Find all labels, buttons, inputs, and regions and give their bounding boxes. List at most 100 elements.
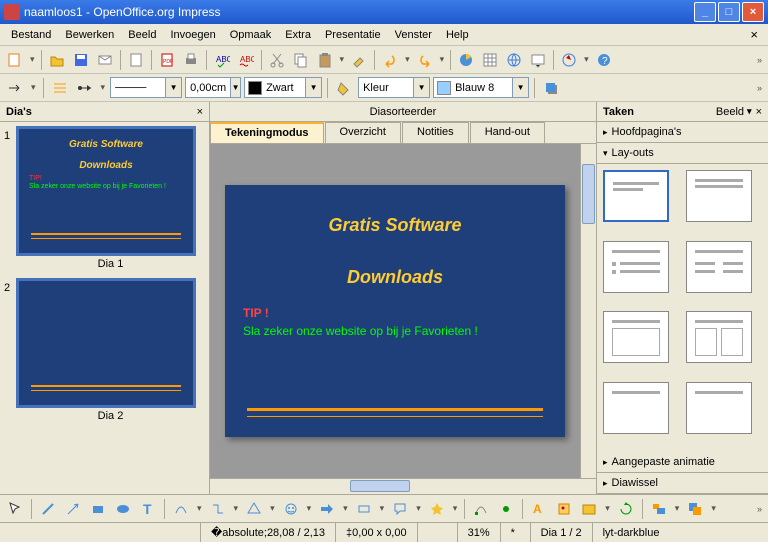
edit-button[interactable] [125,49,147,71]
line-style-button[interactable] [49,77,71,99]
help-button[interactable]: ? [593,49,615,71]
maximize-button[interactable]: □ [718,2,740,22]
tasks-section-layouts[interactable]: ▾Lay-outs [597,143,768,164]
chart-button[interactable] [455,49,477,71]
cut-button[interactable] [266,49,288,71]
menu-extra[interactable]: Extra [278,26,318,44]
tasks-section-master[interactable]: ▸Hoofdpagina's [597,122,768,143]
minimize-button[interactable]: _ [694,2,716,22]
arrow-end-dropdown[interactable]: ▾ [29,82,38,93]
redo-button[interactable] [414,49,436,71]
flowchart-tool[interactable] [353,498,375,520]
align-tool[interactable] [648,498,670,520]
gluepoint-tool[interactable] [495,498,517,520]
menu-invoegen[interactable]: Invoegen [163,26,222,44]
menu-opmaak[interactable]: Opmaak [223,26,279,44]
layout-item[interactable] [686,241,752,293]
from-file-tool[interactable] [553,498,575,520]
view-toggle-bar[interactable]: Diasorteerder [210,102,596,122]
undo-dropdown[interactable]: ▾ [403,54,412,65]
fill-mode-combo[interactable]: Kleur▼ [358,77,430,98]
horizontal-scrollbar[interactable] [210,478,596,494]
layout-item[interactable] [603,170,669,222]
slide-thumb-2[interactable]: 2 Dia 2 [4,278,205,428]
menu-beeld[interactable]: Beeld [121,26,163,44]
tab-notes[interactable]: Notities [402,122,469,143]
vertical-scrollbar[interactable] [580,144,596,478]
arrange-tool[interactable] [684,498,706,520]
arrow-end-button[interactable] [4,77,26,99]
tab-drawing[interactable]: Tekeningmodus [210,122,324,143]
tasks-section-transition[interactable]: ▸Diawissel [597,473,768,494]
line-color-combo[interactable]: Zwart▼ [244,77,322,98]
fontwork-tool[interactable]: A [528,498,550,520]
star-tool[interactable] [426,498,448,520]
shadow-button[interactable] [540,77,562,99]
layout-item[interactable] [603,241,669,293]
menu-bewerken[interactable]: Bewerken [58,26,121,44]
arrow-line-tool[interactable] [62,498,84,520]
drawbar-more[interactable]: » [755,504,764,514]
close-button[interactable]: × [742,2,764,22]
redo-dropdown[interactable]: ▾ [438,54,447,65]
callout-tool[interactable] [389,498,411,520]
points-tool[interactable] [470,498,492,520]
format-paintbrush-button[interactable] [348,49,370,71]
canvas-viewport[interactable]: Gratis Software Downloads TIP ! Sla zeke… [210,144,580,478]
slideshow-button[interactable] [527,49,549,71]
line-tool[interactable] [37,498,59,520]
print-button[interactable] [180,49,202,71]
new-dropdown[interactable]: ▾ [28,54,37,65]
toolbar2-more[interactable]: » [755,83,764,93]
block-arrows-tool[interactable] [316,498,338,520]
line-width-combo[interactable]: 0,00cm▼ [185,77,241,98]
new-button[interactable] [4,49,26,71]
line-style-combo[interactable]: ────▼ [110,77,182,98]
spellcheck-button[interactable]: ABC [211,49,233,71]
menu-venster[interactable]: Venster [388,26,439,44]
hyperlink-button[interactable] [503,49,525,71]
undo-button[interactable] [379,49,401,71]
layout-item[interactable] [603,311,669,363]
ellipse-tool[interactable] [112,498,134,520]
tab-handout[interactable]: Hand-out [470,122,545,143]
rect-tool[interactable] [87,498,109,520]
doc-close-button[interactable]: × [744,27,764,42]
slide-thumb-1[interactable]: 1 Gratis Software Downloads TIP! Sla zek… [4,126,205,276]
basic-shapes-tool[interactable] [243,498,265,520]
slides-panel-close[interactable]: × [197,106,203,118]
select-tool[interactable] [4,498,26,520]
layout-item[interactable] [686,170,752,222]
symbol-shapes-tool[interactable] [280,498,302,520]
connector-tool[interactable] [207,498,229,520]
gallery-tool[interactable] [578,498,600,520]
menu-bestand[interactable]: Bestand [4,26,58,44]
line-ends-button[interactable] [74,77,96,99]
tasks-section-animation[interactable]: ▸Aangepaste animatie [597,452,768,473]
paste-dropdown[interactable]: ▾ [338,54,347,65]
tasks-panel-close[interactable]: × [756,106,762,118]
layout-item[interactable] [686,382,752,434]
copy-button[interactable] [290,49,312,71]
tasks-view-link[interactable]: Beeld [716,106,744,118]
save-button[interactable] [70,49,92,71]
layout-item[interactable] [603,382,669,434]
navigator-button[interactable] [558,49,580,71]
text-tool[interactable]: T [137,498,159,520]
paste-button[interactable] [314,49,336,71]
fill-button[interactable] [333,77,355,99]
pdf-button[interactable]: PDF [156,49,178,71]
toolbar-more[interactable]: » [755,55,764,65]
slide-canvas[interactable]: Gratis Software Downloads TIP ! Sla zeke… [225,185,565,437]
line-ends-dropdown[interactable]: ▾ [99,82,108,93]
table-button[interactable] [479,49,501,71]
tab-outline[interactable]: Overzicht [325,122,401,143]
rotate-tool[interactable] [615,498,637,520]
autospell-button[interactable]: ABC [235,49,257,71]
menu-help[interactable]: Help [439,26,476,44]
fill-color-combo[interactable]: Blauw 8▼ [433,77,529,98]
open-button[interactable] [46,49,68,71]
email-button[interactable] [94,49,116,71]
status-zoom[interactable]: 31% [457,523,500,542]
zoom-dropdown[interactable]: ▾ [582,54,591,65]
